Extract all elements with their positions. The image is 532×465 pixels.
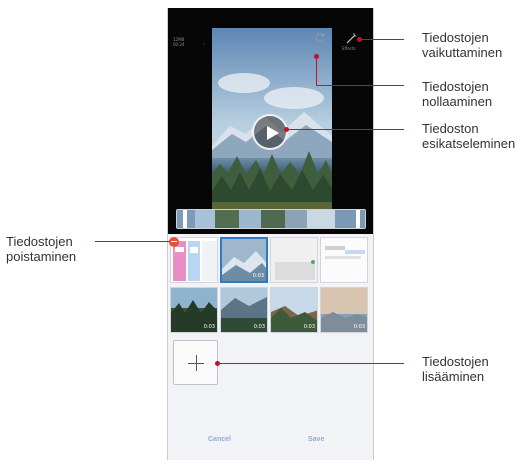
callout-label-effects: Tiedostojen vaikuttaminen bbox=[422, 30, 503, 60]
left-info: 12MB 00:24 bbox=[173, 37, 185, 47]
timeline-filmstrip[interactable] bbox=[176, 209, 366, 229]
magic-wand-icon[interactable] bbox=[345, 32, 357, 44]
cancel-button[interactable]: Cancel bbox=[208, 436, 231, 443]
clip-duration: 0:03 bbox=[303, 324, 315, 330]
play-button[interactable] bbox=[252, 114, 288, 150]
callout-dot-reset bbox=[314, 54, 319, 59]
trim-handle-left[interactable] bbox=[183, 210, 187, 228]
callout-line-reset bbox=[316, 85, 404, 86]
clip-thumbnail[interactable]: 0:03 bbox=[270, 287, 318, 333]
timeline-frame bbox=[195, 210, 215, 228]
clip-duration: 0:03 bbox=[353, 324, 365, 330]
chevron-right-icon: › bbox=[203, 41, 205, 46]
callout-dot-preview bbox=[284, 127, 289, 132]
timeline-frame bbox=[261, 210, 285, 228]
callout-line-add bbox=[217, 363, 404, 364]
clip-thumbnail[interactable]: 0:03 bbox=[320, 287, 368, 333]
reset-icon[interactable] bbox=[314, 32, 326, 44]
callout-label-preview: Tiedoston esikatseleminen bbox=[422, 121, 516, 151]
clip-thumbnail-selected[interactable]: 0:03 bbox=[220, 237, 268, 283]
clip-duration: 0:03 bbox=[353, 274, 365, 280]
clip-thumbnail[interactable]: 0:03 bbox=[320, 237, 368, 283]
callout-label-delete: Tiedostojen poistaminen bbox=[6, 234, 77, 264]
video-editor-screen: 12MB 00:24 › 12MB 00:24 bbox=[167, 8, 374, 460]
callout-line-delete bbox=[95, 241, 171, 242]
clip-thumbnail[interactable]: 0:03 bbox=[220, 287, 268, 333]
timeline-frame bbox=[285, 210, 307, 228]
clip-grid: 0:03 0:03 0:03 0:03 0:03 0:03 bbox=[170, 237, 372, 347]
callout-label-reset: Tiedostojen nollaaminen bbox=[422, 79, 493, 109]
callout-line-preview bbox=[286, 129, 404, 130]
timeline-frame bbox=[335, 210, 365, 228]
add-clip-button[interactable] bbox=[173, 340, 218, 385]
callout-dot-effects bbox=[357, 37, 362, 42]
callout-label-add: Tiedostojen lisääminen bbox=[422, 354, 489, 384]
effects-label: Effects bbox=[342, 46, 356, 51]
delete-clip-button[interactable] bbox=[169, 237, 179, 247]
clip-duration: 0:03 bbox=[252, 273, 264, 279]
callout-dot-add bbox=[215, 361, 220, 366]
callout-vline-reset bbox=[316, 56, 317, 85]
trim-handle-right[interactable] bbox=[356, 210, 360, 228]
save-button[interactable]: Save bbox=[308, 436, 324, 443]
keyboard-clip-image bbox=[271, 238, 317, 282]
callout-line-effects bbox=[360, 39, 404, 40]
clip-thumbnail[interactable] bbox=[270, 237, 318, 283]
timeline-frame bbox=[307, 210, 335, 228]
timeline-frame bbox=[239, 210, 261, 228]
timeline-frame bbox=[215, 210, 239, 228]
clip-duration: 0:03 bbox=[253, 324, 265, 330]
left-time-text: 00:24 bbox=[173, 42, 185, 47]
clip-duration: 0:03 bbox=[203, 324, 215, 330]
clip-thumbnail[interactable]: 0:03 bbox=[170, 287, 218, 333]
editor-top-panel: 12MB 00:24 › 12MB 00:24 bbox=[168, 8, 373, 234]
